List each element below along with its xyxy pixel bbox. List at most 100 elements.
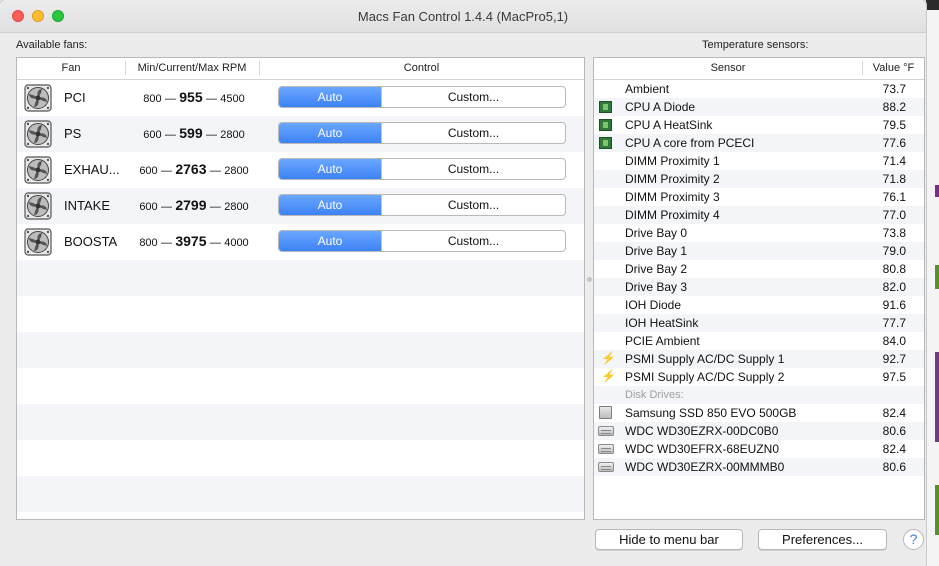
split-view-divider-handle[interactable] [587, 277, 592, 282]
auto-button[interactable]: Auto [279, 231, 381, 251]
sensor-value: 80.6 [882, 424, 906, 438]
sensor-row[interactable]: DIMM Proximity 1 71.4 [594, 152, 924, 170]
fan-current-rpm: 3975 [175, 233, 207, 249]
fan-name: BOOSTA [64, 234, 118, 249]
fan-icon [24, 120, 52, 148]
window-title: Macs Fan Control 1.4.4 (MacPro5,1) [357, 9, 569, 24]
fan-control-segmented[interactable]: Auto Custom... [278, 122, 566, 144]
custom-button[interactable]: Custom... [381, 231, 565, 251]
auto-button[interactable]: Auto [279, 195, 381, 215]
sensor-name: CPU A core from PCECI [625, 136, 755, 150]
sensor-row[interactable]: IOH HeatSink 77.7 [594, 314, 924, 332]
sensor-value: 82.4 [882, 406, 906, 420]
fan-icon [24, 192, 52, 220]
empty-row [17, 404, 584, 440]
title-bar[interactable]: Macs Fan Control 1.4.4 (MacPro5,1) [0, 0, 926, 33]
fan-row: BOOSTA 800 — 3975 — 4000 Auto Custom... [17, 224, 584, 260]
fan-max-rpm: 2800 [224, 165, 249, 177]
sensor-rows: Ambient 73.7 CPU A Diode 88.2 CPU A HeatSink… [594, 80, 924, 476]
custom-button[interactable]: Custom... [381, 159, 565, 179]
auto-button[interactable]: Auto [279, 159, 381, 179]
fan-control-segmented[interactable]: Auto Custom... [278, 194, 566, 216]
sensor-row[interactable]: WDC WD30EZRX-00MMMB0 80.6 [594, 458, 924, 476]
background-app-right-edge [926, 0, 939, 566]
sensor-row[interactable]: ⚡ PSMI Supply AC/DC Supply 2 97.5 [594, 368, 924, 386]
sensor-name: DIMM Proximity 1 [625, 154, 720, 168]
fans-table-header: Fan Min/Current/Max RPM Control [17, 58, 584, 80]
rpm-separator: — [161, 165, 173, 177]
custom-button[interactable]: Custom... [381, 195, 565, 215]
sensor-row[interactable]: WDC WD30EZRX-00DC0B0 80.6 [594, 422, 924, 440]
column-header-rpm[interactable]: Min/Current/Max RPM [125, 62, 259, 74]
sensor-name: DIMM Proximity 2 [625, 172, 720, 186]
hard-drive-icon [598, 462, 614, 472]
help-button[interactable]: ? [903, 529, 924, 550]
sensor-row[interactable]: CPU A HeatSink 79.5 [594, 116, 924, 134]
auto-button[interactable]: Auto [279, 87, 381, 107]
sensor-row[interactable]: DIMM Proximity 3 76.1 [594, 188, 924, 206]
power-supply-bolt-icon: ⚡ [601, 369, 616, 383]
sensor-value: 73.7 [882, 82, 906, 96]
fan-current-rpm: 599 [179, 125, 203, 141]
sensor-name: Drive Bay 1 [625, 244, 688, 258]
sensor-row[interactable]: IOH Diode 91.6 [594, 296, 924, 314]
sensor-name: PCIE Ambient [625, 334, 700, 348]
empty-row [17, 332, 584, 368]
hide-to-menu-bar-button[interactable]: Hide to menu bar [595, 529, 743, 550]
fan-min-rpm: 600 [139, 165, 158, 177]
fan-control-segmented[interactable]: Auto Custom... [278, 86, 566, 108]
sensor-row[interactable]: Samsung SSD 850 EVO 500GB 82.4 [594, 404, 924, 422]
sensor-row[interactable]: DIMM Proximity 2 71.8 [594, 170, 924, 188]
background-menubar-fragment [926, 0, 939, 10]
sensor-value: 73.8 [882, 226, 906, 240]
fan-control-segmented[interactable]: Auto Custom... [278, 158, 566, 180]
rpm-separator: — [209, 237, 221, 249]
sensor-value: 79.5 [882, 118, 906, 132]
column-header-fan[interactable]: Fan [17, 62, 125, 74]
custom-button[interactable]: Custom... [381, 123, 565, 143]
sensor-row[interactable]: DIMM Proximity 4 77.0 [594, 206, 924, 224]
sensor-value: 84.0 [882, 334, 906, 348]
available-fans-label: Available fans: [16, 39, 88, 51]
fan-rpm: 800 — 3975 — 4000 [127, 233, 261, 249]
sensor-row[interactable]: Drive Bay 3 82.0 [594, 278, 924, 296]
app-window: Macs Fan Control 1.4.4 (MacPro5,1) Avail… [0, 0, 926, 566]
custom-button[interactable]: Custom... [381, 87, 565, 107]
rpm-separator: — [209, 165, 221, 177]
fan-row: INTAKE 600 — 2799 — 2800 Auto Custom... [17, 188, 584, 224]
sensor-name: DIMM Proximity 3 [625, 190, 720, 204]
rpm-separator: — [209, 201, 221, 213]
fan-current-rpm: 2763 [175, 161, 207, 177]
sensor-name: DIMM Proximity 4 [625, 208, 720, 222]
sensor-value: 82.4 [882, 442, 906, 456]
sensor-row[interactable]: Drive Bay 2 80.8 [594, 260, 924, 278]
fan-min-rpm: 600 [139, 201, 158, 213]
sensor-row[interactable]: Drive Bay 1 79.0 [594, 242, 924, 260]
hard-drive-icon [598, 426, 614, 436]
sensor-row[interactable]: PCIE Ambient 84.0 [594, 332, 924, 350]
sensors-table: Sensor Value °F Ambient 73.7 CPU A Diode 88… [593, 57, 925, 520]
sensor-row[interactable]: Ambient 73.7 [594, 80, 924, 98]
preferences-button[interactable]: Preferences... [758, 529, 887, 550]
sensor-row[interactable]: Drive Bay 0 73.8 [594, 224, 924, 242]
column-header-sensor[interactable]: Sensor [594, 62, 862, 74]
cpu-chip-icon [599, 101, 612, 113]
sensor-row[interactable]: CPU A core from PCECI 77.6 [594, 134, 924, 152]
sensor-row[interactable]: WDC WD30EFRX-68EUZN0 82.4 [594, 440, 924, 458]
sensor-name: WDC WD30EZRX-00DC0B0 [625, 424, 779, 438]
auto-button[interactable]: Auto [279, 123, 381, 143]
fan-min-rpm: 800 [139, 237, 158, 249]
sensor-row[interactable]: ⚡ PSMI Supply AC/DC Supply 1 92.7 [594, 350, 924, 368]
column-header-control[interactable]: Control [259, 62, 584, 74]
fan-rpm: 600 — 599 — 2800 [127, 125, 261, 141]
column-header-value[interactable]: Value °F [863, 62, 924, 74]
sensor-name: Drive Bay 2 [625, 262, 688, 276]
sensor-name: PSMI Supply AC/DC Supply 1 [625, 352, 785, 366]
background-mark [935, 352, 939, 442]
fan-control-segmented[interactable]: Auto Custom... [278, 230, 566, 252]
fan-rpm: 600 — 2763 — 2800 [127, 161, 261, 177]
fan-rpm: 600 — 2799 — 2800 [127, 197, 261, 213]
sensor-row[interactable]: CPU A Diode 88.2 [594, 98, 924, 116]
sensor-value: 91.6 [882, 298, 906, 312]
background-mark [935, 265, 939, 289]
